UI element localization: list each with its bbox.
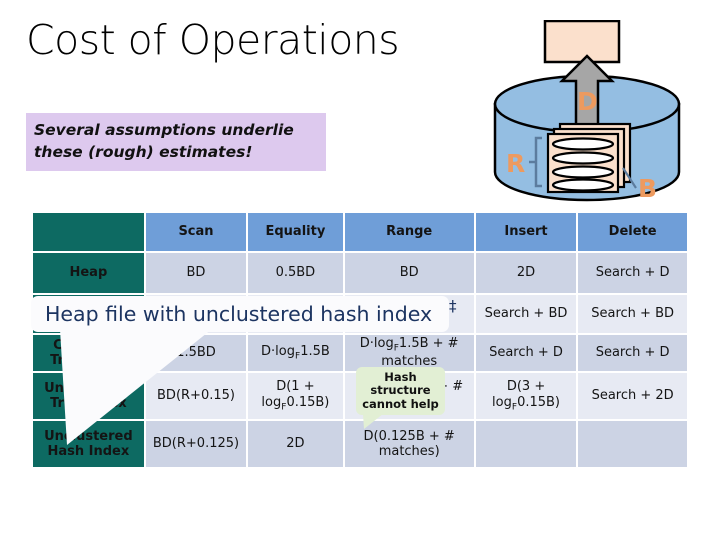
table-corner-cell <box>33 213 144 251</box>
cell-unclust-tree-delete: Search + 2D <box>578 373 687 419</box>
cell-clustered-delete: Search + D <box>578 335 687 371</box>
cell-unclust-hash-delete <box>578 421 687 467</box>
record-oval <box>551 165 615 179</box>
column-header-delete: Delete <box>578 213 687 251</box>
assumptions-text: Several assumptions underlie these (roug… <box>34 121 294 161</box>
cell-clustered-equality: D·logF1.5B <box>248 335 343 371</box>
disk-label-d: D <box>577 87 598 116</box>
cell-heap-equality: 0.5BD <box>248 253 343 293</box>
row-label-heap: Heap <box>33 253 144 293</box>
green-callout-text: Hash structure cannot help <box>362 369 439 411</box>
column-header-scan: Scan <box>145 213 247 251</box>
column-header-equality: Equality <box>248 213 343 251</box>
white-callout-text: Heap file with unclustered hash index <box>45 302 433 326</box>
record-oval <box>551 137 615 151</box>
cell-sorted-insert: Search + BD <box>475 295 577 333</box>
white-callout-pointer-shape <box>60 329 212 445</box>
record-oval <box>551 178 615 192</box>
table-header-row: Scan Equality Range Insert Delete <box>33 213 687 251</box>
assumptions-callout-box: Several assumptions underlie these (roug… <box>26 113 326 171</box>
record-oval <box>551 151 615 165</box>
record-box-shape <box>543 19 621 64</box>
cell-unclust-tree-equality: D(1 + logF0.15B) <box>248 373 343 419</box>
column-header-insert: Insert <box>475 213 577 251</box>
cell-heap-insert: 2D <box>475 253 577 293</box>
cell-unclust-hash-insert <box>475 421 577 467</box>
white-callout-tail <box>60 329 220 447</box>
disk-label-b: B <box>638 174 657 202</box>
cell-unclust-hash-equality: 2D <box>248 421 343 467</box>
column-header-range: Range <box>344 213 474 251</box>
cell-heap-range: BD <box>344 253 474 293</box>
table-row: Heap BD 0.5BD BD 2D Search + D <box>33 253 687 293</box>
cell-unclust-tree-insert: D(3 + logF0.15B) <box>475 373 577 419</box>
white-callout-box: Heap file with unclustered hash index <box>31 296 449 332</box>
cell-clustered-range: D·logF1.5B + # matches <box>344 335 474 371</box>
green-callout-pointer-shape <box>363 414 383 429</box>
cell-heap-scan: BD <box>145 253 247 293</box>
green-callout-box: Hash structure cannot help <box>356 367 445 415</box>
disk-label-r: R <box>506 149 525 178</box>
cell-sorted-delete: Search + BD <box>578 295 687 333</box>
green-callout-tail <box>363 414 385 430</box>
cell-heap-delete: Search + D <box>578 253 687 293</box>
disk-diagram: D R B <box>484 19 690 203</box>
table-header: Scan Equality Range Insert Delete <box>33 213 687 251</box>
double-dagger-marker: ‡ <box>449 297 457 315</box>
page-title: Cost of Operations <box>26 16 400 64</box>
cell-clustered-insert: Search + D <box>475 335 577 371</box>
